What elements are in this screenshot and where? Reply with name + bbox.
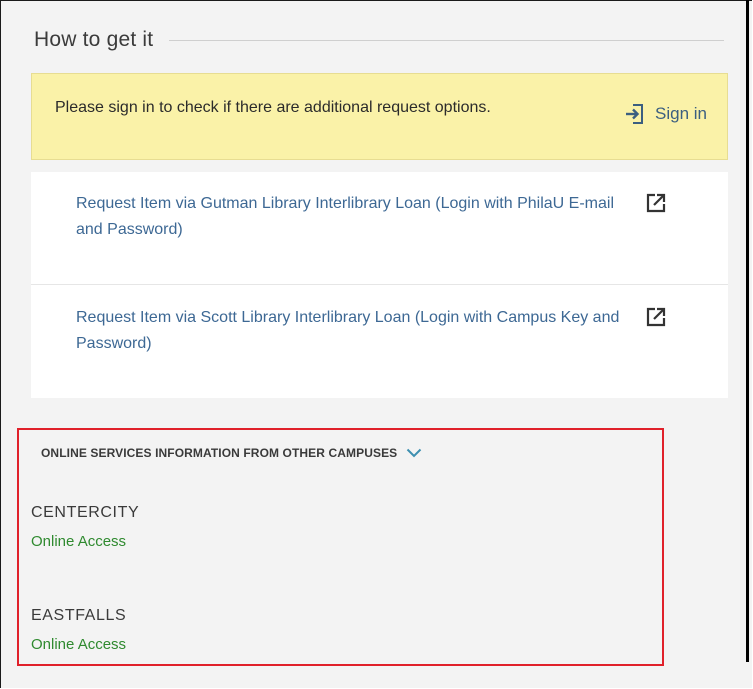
campus-name-eastfalls: EASTFALLS [31,607,127,624]
section-header: How to get it [34,22,724,58]
panel-right-border [746,0,749,662]
header-divider [169,39,724,41]
other-campuses-title: ONLINE SERVICES INFORMATION FROM OTHER C… [41,446,398,460]
campus-name-centercity: CENTERCITY [31,504,140,521]
request-links-card: Request Item via Gutman Library Interlib… [31,172,728,398]
signin-notice: Please sign in to check if there are add… [31,73,728,160]
request-link-gutman[interactable]: Request Item via Gutman Library Interlib… [76,191,621,243]
list-item[interactable]: Request Item via Scott Library Interlibr… [31,285,728,398]
section-title: How to get it [34,28,154,51]
other-campuses-section: ONLINE SERVICES INFORMATION FROM OTHER C… [17,428,664,666]
signin-message: Please sign in to check if there are add… [55,99,491,116]
signin-button-label: Sign in [655,104,707,123]
online-access-link-centercity[interactable]: Online Access [31,533,126,550]
external-link-icon[interactable] [645,306,667,328]
external-link-icon[interactable] [645,192,667,214]
signin-button[interactable]: Sign in [625,103,707,125]
online-access-link-eastfalls[interactable]: Online Access [31,636,126,653]
other-campuses-toggle[interactable]: ONLINE SERVICES INFORMATION FROM OTHER C… [41,446,422,460]
chevron-down-icon [407,448,422,458]
list-item[interactable]: Request Item via Gutman Library Interlib… [31,172,728,285]
request-link-scott[interactable]: Request Item via Scott Library Interlibr… [76,305,621,357]
sign-in-icon [626,104,643,124]
